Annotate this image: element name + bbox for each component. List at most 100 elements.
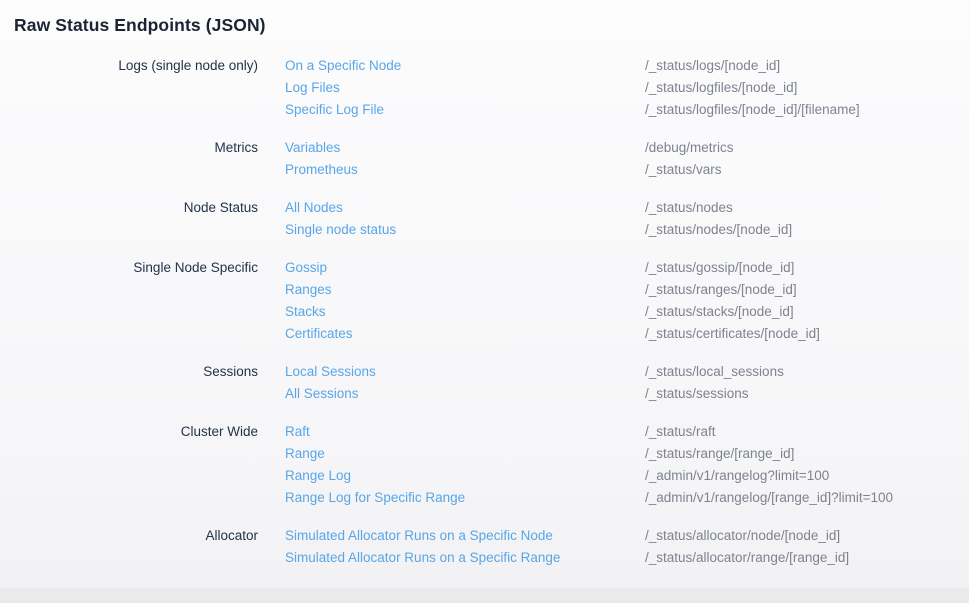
endpoint-path: /_status/stacks/[node_id]: [645, 301, 969, 323]
raw-status-endpoints-page: Raw Status Endpoints (JSON) Logs (single…: [0, 0, 969, 588]
category-label: Allocator: [0, 525, 258, 547]
endpoint-link-cell: All Sessions: [258, 383, 645, 405]
endpoint-link[interactable]: Simulated Allocator Runs on a Specific R…: [285, 550, 560, 565]
category-label: [0, 383, 258, 405]
endpoint-link[interactable]: Single node status: [285, 222, 396, 237]
category-label: [0, 465, 258, 487]
endpoint-path: /_status/local_sessions: [645, 361, 969, 383]
endpoint-link-cell: Gossip: [258, 257, 645, 279]
category-label: Sessions: [0, 361, 258, 383]
category-label: [0, 323, 258, 345]
endpoint-path: /_status/sessions: [645, 383, 969, 405]
endpoint-row: Range /_status/range/[range_id]: [0, 443, 969, 465]
endpoint-path: /_status/raft: [645, 421, 969, 443]
endpoint-link-cell: Local Sessions: [258, 361, 645, 383]
category-label: [0, 99, 258, 121]
endpoint-link[interactable]: Simulated Allocator Runs on a Specific N…: [285, 528, 553, 543]
endpoint-row: Specific Log File /_status/logfiles/[node…: [0, 99, 969, 121]
endpoint-path: /_admin/v1/rangelog?limit=100: [645, 465, 969, 487]
endpoint-link[interactable]: Range Log: [285, 468, 351, 483]
endpoint-link-cell: Single node status: [258, 219, 645, 241]
endpoint-path: /_status/logs/[node_id]: [645, 55, 969, 77]
endpoint-link[interactable]: Raft: [285, 424, 310, 439]
category-label: [0, 279, 258, 301]
category-label: [0, 547, 258, 569]
category-label: Single Node Specific: [0, 257, 258, 279]
endpoint-row: Prometheus/_status/vars: [0, 159, 969, 181]
endpoint-path: /_status/range/[range_id]: [645, 443, 969, 465]
endpoint-link[interactable]: All Nodes: [285, 200, 343, 215]
endpoint-group: Sessions Local Sessions /_status/local_ses…: [0, 361, 969, 405]
endpoint-row: All Sessions /_status/sessions: [0, 383, 969, 405]
endpoint-link[interactable]: Local Sessions: [285, 364, 376, 379]
category-label: Cluster Wide: [0, 421, 258, 443]
endpoint-link-cell: On a Specific Node: [258, 55, 645, 77]
endpoint-link[interactable]: Variables: [285, 140, 340, 155]
endpoint-link[interactable]: Certificates: [285, 326, 353, 341]
page-title: Raw Status Endpoints (JSON): [14, 14, 969, 36]
endpoint-path: /_status/allocator/range/[range_id]: [645, 547, 969, 569]
endpoint-link[interactable]: Range: [285, 446, 325, 461]
endpoint-link-cell: Certificates: [258, 323, 645, 345]
endpoint-link[interactable]: Stacks: [285, 304, 326, 319]
category-label: [0, 443, 258, 465]
endpoint-groups: Logs (single node only) On a Specific Nod…: [0, 55, 969, 569]
endpoint-row: Ranges /_status/ranges/[node_id]: [0, 279, 969, 301]
endpoint-row: Node Status All Nodes /_status/nodes: [0, 197, 969, 219]
endpoint-group: Single Node Specific Gossip /_status/gossi…: [0, 257, 969, 345]
endpoint-link[interactable]: Ranges: [285, 282, 332, 297]
category-label: Node Status: [0, 197, 258, 219]
endpoint-path: /_status/certificates/[node_id]: [645, 323, 969, 345]
endpoint-path: /_status/allocator/node/[node_id]: [645, 525, 969, 547]
endpoint-link[interactable]: On a Specific Node: [285, 58, 401, 73]
endpoint-path: /_status/gossip/[node_id]: [645, 257, 969, 279]
category-label: [0, 301, 258, 323]
endpoint-group: MetricsVariables/debug/metricsPrometheus…: [0, 137, 969, 181]
endpoint-link[interactable]: All Sessions: [285, 386, 359, 401]
endpoint-path: /debug/metrics: [645, 137, 969, 159]
endpoint-link[interactable]: Specific Log File: [285, 102, 384, 117]
endpoint-path: /_status/logfiles/[node_id]/[filename]: [645, 99, 969, 121]
endpoint-link-cell: Raft: [258, 421, 645, 443]
endpoint-link-cell: Simulated Allocator Runs on a Specific N…: [258, 525, 645, 547]
endpoint-group: Node StatusAll Nodes/_status/nodesSingle…: [0, 197, 969, 241]
endpoint-link[interactable]: Gossip: [285, 260, 327, 275]
category-label: [0, 487, 258, 509]
endpoint-link-cell: Specific Log File: [258, 99, 645, 121]
endpoint-link-cell: Range Log for Specific Range: [258, 487, 645, 509]
endpoint-link[interactable]: Range Log for Specific Range: [285, 490, 465, 505]
endpoint-row: Sessions Local Sessions /_status/local_ses…: [0, 361, 969, 383]
endpoint-link-cell: Simulated Allocator Runs on a Specific R…: [258, 547, 645, 569]
endpoint-path: /_admin/v1/rangelog/[range_id]?limit=100: [645, 487, 969, 509]
endpoint-row: Simulated Allocator Runs on a Specific R…: [0, 547, 969, 569]
endpoint-path: /_status/nodes/[node_id]: [645, 219, 969, 241]
endpoint-link-cell: Range Log: [258, 465, 645, 487]
endpoint-link[interactable]: Prometheus: [285, 162, 358, 177]
endpoint-row: Logs (single node only) On a Specific Nod…: [0, 55, 969, 77]
endpoint-row: Metrics Variables/debug/metrics: [0, 137, 969, 159]
endpoint-link-cell: Ranges: [258, 279, 645, 301]
endpoint-row: Range Log /_admin/v1/rangelog?limit=100: [0, 465, 969, 487]
endpoint-row: Range Log for Specific Range /_admin/v1/r…: [0, 487, 969, 509]
endpoint-path: /_status/nodes: [645, 197, 969, 219]
category-label: [0, 219, 258, 241]
category-label: [0, 77, 258, 99]
endpoint-link-cell: Prometheus: [258, 159, 645, 181]
category-label: Logs (single node only): [0, 55, 258, 77]
endpoint-link-cell: Range: [258, 443, 645, 465]
endpoint-group: Logs (single node only) On a Specific Nod…: [0, 55, 969, 121]
endpoint-path: /_status/ranges/[node_id]: [645, 279, 969, 301]
endpoint-link[interactable]: Log Files: [285, 80, 340, 95]
endpoint-link-cell: Stacks: [258, 301, 645, 323]
endpoint-row: Log Files/_status/logfiles/[node_id]: [0, 77, 969, 99]
category-label: Metrics: [0, 137, 258, 159]
endpoint-link-cell: All Nodes: [258, 197, 645, 219]
category-label: [0, 159, 258, 181]
page-bottom-strip: [0, 588, 969, 603]
endpoint-group: Allocator Simulated Allocator Runs on a S…: [0, 525, 969, 569]
endpoint-row: Stacks /_status/stacks/[node_id]: [0, 301, 969, 323]
endpoint-row: Single Node Specific Gossip /_status/gossi…: [0, 257, 969, 279]
endpoint-row: Single node status /_status/nodes/[node_i…: [0, 219, 969, 241]
endpoint-row: Certificates /_status/certificates/[node_…: [0, 323, 969, 345]
endpoint-link-cell: Variables: [258, 137, 645, 159]
